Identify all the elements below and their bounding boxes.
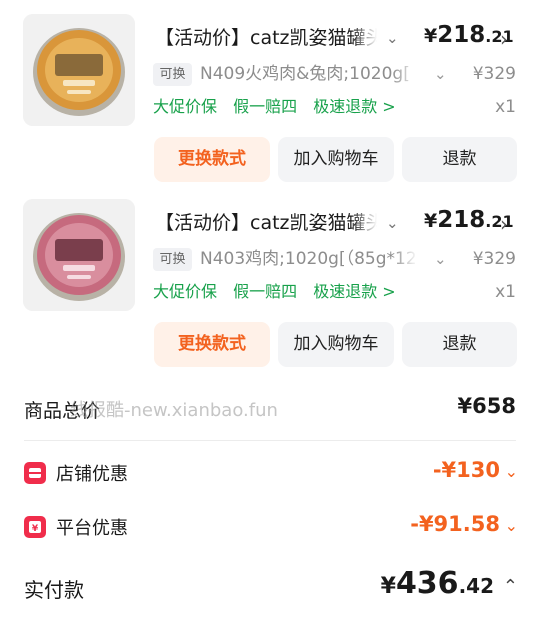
product-title[interactable]: 【活动价】catz凯姿猫罐头 (155, 207, 377, 239)
actual-payment-row[interactable]: 实付款 ¥436.42 ⌃ (0, 562, 540, 614)
badge-fast-refund[interactable]: 极速退款 > (313, 282, 396, 301)
chevron-up-icon[interactable]: ⌃ (503, 576, 518, 597)
refund-button[interactable]: 退款 (402, 137, 517, 182)
platform-discount-row[interactable]: ¥ 平台优惠 -¥91.58 ⌄ (0, 504, 540, 552)
product-title[interactable]: 【活动价】catz凯姿猫罐头 (155, 22, 377, 54)
order-item: 【活动价】catz凯姿猫罐头 ⌄ ¥218.21 › 可换 N403鸡肉;102… (0, 185, 540, 370)
original-price: ¥329 (472, 249, 516, 269)
actual-payment-label: 实付款 (24, 578, 84, 602)
shop-coupon-icon (24, 462, 46, 484)
swap-tag: 可换 (153, 248, 192, 271)
product-image[interactable] (23, 199, 135, 311)
add-to-cart-button[interactable]: 加入购物车 (278, 322, 394, 367)
platform-discount-value: -¥91.58 (410, 512, 500, 536)
chevron-down-icon[interactable]: ⌄ (505, 516, 518, 535)
change-style-button[interactable]: 更换款式 (154, 322, 270, 367)
product-spec[interactable]: N403鸡肉;1020g[（85g*12 (200, 245, 418, 273)
quantity: x1 (495, 97, 516, 117)
chevron-right-icon[interactable]: › (500, 211, 508, 237)
badge-fake-compensate: 假一赔四 (233, 97, 298, 116)
divider (24, 440, 516, 441)
chevron-down-icon[interactable]: ⌄ (386, 211, 406, 235)
chevron-right-icon[interactable]: › (500, 26, 508, 52)
add-to-cart-button[interactable]: 加入购物车 (278, 137, 394, 182)
original-price: ¥329 (472, 64, 516, 84)
total-price-value: ¥658 (457, 394, 516, 418)
product-image[interactable] (23, 14, 135, 126)
service-badges: 大促价保 假一赔四 极速退款 > (153, 94, 407, 120)
badge-price-protect: 大促价保 (153, 97, 218, 116)
quantity: x1 (495, 282, 516, 302)
chevron-down-icon[interactable]: ⌄ (386, 26, 406, 50)
badge-price-protect: 大促价保 (153, 282, 218, 301)
shop-discount-row[interactable]: 店铺优惠 -¥130 ⌄ (0, 450, 540, 498)
shop-discount-value: -¥130 (432, 458, 500, 482)
badge-fake-compensate: 假一赔四 (233, 282, 298, 301)
svg-text:¥: ¥ (32, 524, 39, 534)
change-style-button[interactable]: 更换款式 (154, 137, 270, 182)
badge-fast-refund[interactable]: 极速退款 > (313, 97, 396, 116)
total-price-row: 商品总价 线报酷-new.xianbao.fun ¥658 (0, 386, 540, 434)
platform-discount-label: 平台优惠 (56, 518, 128, 539)
shop-discount-label: 店铺优惠 (56, 464, 128, 485)
watermark: 线报酷-new.xianbao.fun (70, 400, 278, 421)
refund-button[interactable]: 退款 (402, 322, 517, 367)
chevron-down-icon[interactable]: ⌄ (434, 62, 454, 86)
chevron-down-icon[interactable]: ⌄ (505, 462, 518, 481)
actual-payment-value: ¥436.42 (380, 566, 494, 601)
swap-tag: 可换 (153, 63, 192, 86)
platform-coupon-icon: ¥ (24, 516, 46, 538)
product-spec[interactable]: N409火鸡肉&兔肉;1020g[ (200, 60, 418, 88)
service-badges: 大促价保 假一赔四 极速退款 > (153, 279, 407, 305)
order-item: 【活动价】catz凯姿猫罐头 ⌄ ¥218.21 › 可换 N409火鸡肉&兔肉… (0, 0, 540, 185)
chevron-down-icon[interactable]: ⌄ (434, 247, 454, 271)
